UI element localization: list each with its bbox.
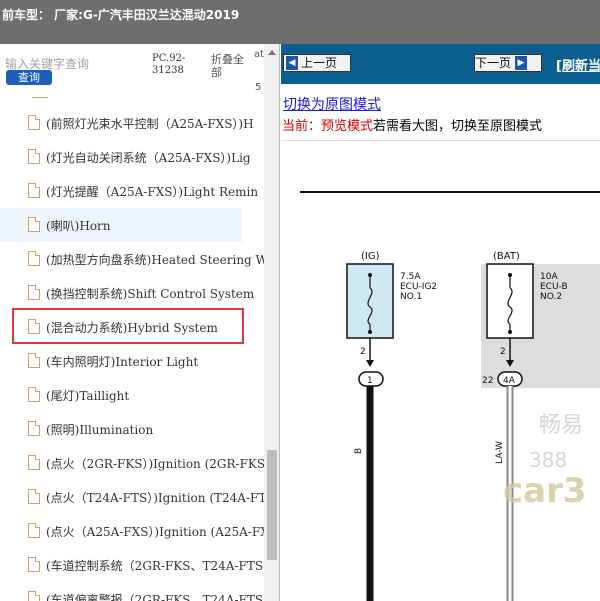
tree-item-label: (喇叭)Horn	[46, 219, 111, 233]
document-icon	[28, 489, 40, 504]
pin-number: 2	[500, 347, 506, 357]
scroll-up-arrow-icon[interactable]	[268, 50, 276, 55]
prev-page-label: 上一页	[301, 56, 338, 70]
tree-item-label: (加热型方向盘系统)Heated Steering Wh	[46, 253, 264, 267]
tree-item-label: (点火（A25A-FXS）)Ignition (A25A-FX	[46, 525, 264, 539]
tree-item[interactable]: (灯光自动关闭系统（A25A-FXS）)Lig	[0, 140, 264, 174]
fuse-terminal	[368, 330, 372, 334]
tree-item-hovered[interactable]: (喇叭)Horn	[0, 208, 242, 242]
fuse-terminal	[368, 273, 372, 277]
tree-item-label: (前照灯光束水平控制（A25A-FXS）)H	[46, 117, 254, 131]
viewer-pane: ◀ 上一页 下一页 ▶ [刷新当 切换为原图模式 当前：预览模式若需看大图，切换至原…	[281, 44, 600, 601]
document-icon	[28, 591, 40, 601]
document-icon	[28, 285, 40, 300]
switch-original-mode-link[interactable]: 切换为原图模式	[283, 94, 381, 114]
vertical-scrollbar[interactable]	[264, 44, 279, 601]
tree-item[interactable]: (加热型方向盘系统)Heated Steering Wh	[0, 242, 264, 276]
wiring-diagram: (IG) 7.5A ECU-IG2 NO.1 2 1 B (BAT) 10A E…	[300, 191, 600, 601]
tree-item-label: (车道偏离警报（2GR-FKS、T24A-FTS	[46, 593, 264, 601]
viewer-toolbar: ◀ 上一页 下一页 ▶ [刷新当	[281, 44, 600, 84]
query-button[interactable]: 查询	[6, 70, 52, 85]
tree-item[interactable]: (尾灯)Taillight	[0, 378, 264, 412]
tree-item[interactable]: (灯光提醒（A25A-FXS）)Light Remin	[0, 174, 264, 208]
tree-item-label: (尾灯)Taillight	[46, 389, 130, 403]
document-icon	[28, 353, 40, 368]
tree-item[interactable]: (车道偏离警报（2GR-FKS、T24A-FTS	[0, 582, 264, 601]
left-arrow-icon: ◀	[286, 56, 298, 70]
document-icon	[28, 183, 40, 198]
vehicle-title: 前车型： 厂家:G-广汽丰田汉兰达混动2019	[2, 8, 240, 22]
watermark-logo: 畅易	[539, 413, 583, 438]
fuse2-rating: 10A	[540, 272, 558, 282]
collapse-all-link[interactable]: 折叠全部	[211, 53, 251, 79]
tree-item-label: (灯光自动关闭系统（A25A-FXS）)Lig	[46, 151, 251, 165]
tree-item-label: (换挡控制系统)Shift Control System	[46, 287, 255, 301]
tree-item-label: (车道控制系统（2GR-FKS、T24A-FTS	[46, 559, 264, 573]
prev-page-button[interactable]: ◀ 上一页	[283, 54, 351, 72]
right-arrow-icon: ▶	[515, 56, 528, 70]
tree-item-label: (照明)Illumination	[46, 423, 154, 437]
document-icon	[28, 149, 40, 164]
app-window: 前车型： 厂家:G-广汽丰田汉兰达混动2019 查询 PC.92-31238 折…	[0, 0, 600, 601]
mode-status: 当前：预览模式若需看大图，切换至原图模式	[282, 115, 542, 134]
fuse-terminal	[508, 330, 512, 334]
wire-b-label: B	[354, 448, 364, 454]
fuse1-number: NO.1	[400, 292, 422, 302]
document-tree: (前照灯光束水平控制（A25A-FXS）)H (灯光自动关闭系统（A25A-FX…	[0, 92, 264, 601]
document-icon	[28, 387, 40, 402]
fuse2-number: NO.2	[540, 292, 562, 302]
document-icon	[28, 421, 40, 436]
divider	[281, 140, 600, 141]
truncated-text: at	[254, 49, 265, 60]
pc-code: PC.92-31238	[152, 53, 186, 76]
pin-number: 2	[360, 347, 366, 357]
ig-label: (IG)	[361, 251, 380, 262]
document-icon	[28, 523, 40, 538]
connector-1-label: 1	[367, 376, 373, 386]
tree-item[interactable]: (换挡控制系统)Shift Control System	[0, 276, 264, 310]
fuse1-name: ECU-IG2	[400, 282, 437, 292]
wire-la-w-label: LA-W	[495, 441, 505, 464]
bat-label: (BAT)	[493, 251, 520, 262]
next-page-button[interactable]: 下一页 ▶	[474, 54, 542, 72]
document-icon	[28, 217, 40, 232]
document-icon	[28, 251, 40, 266]
fuse-terminal	[508, 273, 512, 277]
scroll-thumb[interactable]	[267, 450, 277, 560]
down-arrow-icon	[366, 360, 374, 367]
tree-item-label: (点火（T24A-FTS）)Ignition (T24A-FT	[46, 491, 264, 505]
watermark-logo: car3	[503, 471, 587, 511]
tree-connector	[32, 92, 48, 98]
watermark-logo: 388	[529, 448, 567, 472]
mode-hint: 若需看大图，切换至原图模式	[373, 119, 543, 134]
document-icon	[28, 115, 40, 130]
document-icon	[28, 557, 40, 572]
current-mode-label: 当前：预览模式	[282, 119, 374, 134]
fuse1-rating: 7.5A	[400, 272, 421, 282]
fuse2-name: ECU-B	[540, 282, 568, 292]
tree-item[interactable]: (车道控制系统（2GR-FKS、T24A-FTS	[0, 548, 264, 582]
document-icon	[28, 455, 40, 470]
next-page-label: 下一页	[475, 56, 512, 70]
tree-item-label: (点火（2GR-FKS）)Ignition (2GR-FKS	[46, 457, 264, 471]
search-row: 查询 PC.92-31238 折叠全部 at 5	[0, 44, 265, 93]
tree-item-label: (灯光提醒（A25A-FXS）)Light Remin	[46, 185, 259, 199]
selection-highlight	[12, 308, 244, 344]
tree-item[interactable]: (前照灯光束水平控制（A25A-FXS）)H	[0, 106, 264, 140]
connector-4a-label: 4A	[503, 376, 516, 386]
tree-item[interactable]: (车内照明灯)Interior Light	[0, 344, 264, 378]
tree-item-label: (车内照明灯)Interior Light	[46, 355, 199, 369]
tree-item[interactable]: (照明)Illumination	[0, 412, 264, 446]
left-panel: 查询 PC.92-31238 折叠全部 at 5 (前照灯光束水平控制（A25A…	[0, 44, 280, 601]
tree-item[interactable]: (点火（A25A-FXS）)Ignition (A25A-FX	[0, 514, 264, 548]
tree-item[interactable]: (点火（T24A-FTS）)Ignition (T24A-FT	[0, 480, 264, 514]
tree-item[interactable]: (点火（2GR-FKS）)Ignition (2GR-FKS	[0, 446, 264, 480]
title-bar: 前车型： 厂家:G-广汽丰田汉兰达混动2019	[0, 0, 600, 44]
connector-2-pin: 22	[482, 376, 493, 386]
refresh-link[interactable]: [刷新当	[556, 55, 600, 74]
